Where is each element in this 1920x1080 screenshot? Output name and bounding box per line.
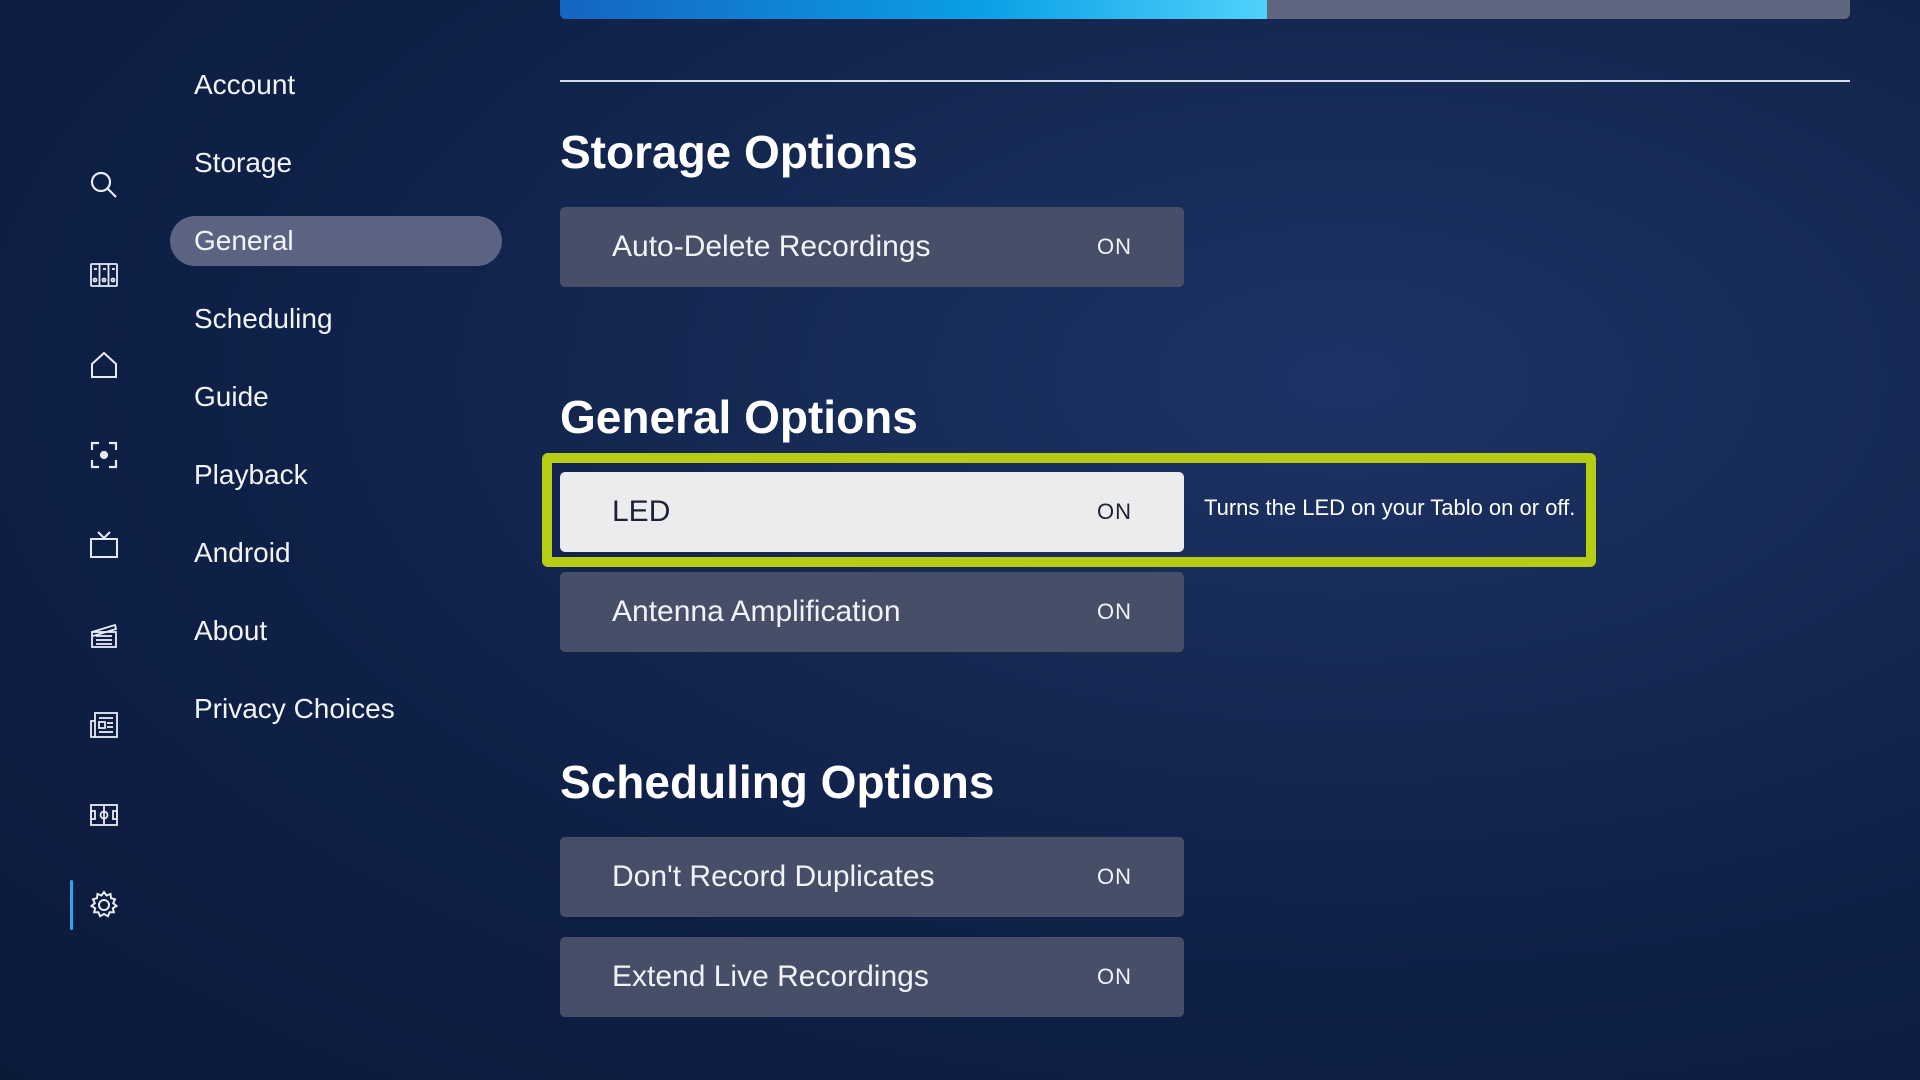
option-label: Don't Record Duplicates xyxy=(612,860,935,893)
search-icon[interactable] xyxy=(84,165,124,205)
option-value: ON xyxy=(1097,964,1132,989)
option-value: ON xyxy=(1097,599,1132,624)
menu-item-guide[interactable]: Guide xyxy=(170,372,502,422)
menu-item-playback[interactable]: Playback xyxy=(170,450,502,500)
menu-item-scheduling[interactable]: Scheduling xyxy=(170,294,502,344)
clapperboard-icon[interactable] xyxy=(84,615,124,655)
menu-item-storage[interactable]: Storage xyxy=(170,138,502,188)
scheduling-options-title: Scheduling Options xyxy=(560,756,995,808)
nav-rail xyxy=(0,0,150,1080)
menu-item-account[interactable]: Account xyxy=(170,60,502,110)
antenna-amplification-option[interactable]: Antenna Amplification ON xyxy=(560,572,1184,652)
menu-item-about[interactable]: About xyxy=(170,606,502,656)
led-option[interactable]: LED ON xyxy=(560,472,1184,552)
extend-live-recordings-option[interactable]: Extend Live Recordings ON xyxy=(560,937,1184,1017)
focus-icon[interactable] xyxy=(84,435,124,475)
gear-icon[interactable] xyxy=(84,885,124,925)
menu-item-general[interactable]: General xyxy=(170,216,502,266)
option-label: LED xyxy=(612,495,671,528)
general-options-title: General Options xyxy=(560,391,918,443)
divider xyxy=(560,80,1850,82)
progress-bar-fill xyxy=(560,0,1267,19)
sports-field-icon[interactable] xyxy=(84,795,124,835)
dont-record-duplicates-option[interactable]: Don't Record Duplicates ON xyxy=(560,837,1184,917)
option-value: ON xyxy=(1097,864,1132,889)
menu-item-android[interactable]: Android xyxy=(170,528,502,578)
settings-menu: Account Storage General Scheduling Guide… xyxy=(170,60,502,762)
option-value: ON xyxy=(1097,234,1132,259)
option-value: ON xyxy=(1097,499,1132,524)
led-option-description: Turns the LED on your Tablo on or off. xyxy=(1204,495,1576,520)
storage-options-title: Storage Options xyxy=(560,126,918,178)
menu-item-privacy-choices[interactable]: Privacy Choices xyxy=(170,684,502,734)
home-icon[interactable] xyxy=(84,345,124,385)
option-label: Extend Live Recordings xyxy=(612,960,929,993)
grid-icon[interactable] xyxy=(84,255,124,295)
rail-active-indicator xyxy=(70,880,73,930)
news-icon[interactable] xyxy=(84,705,124,745)
option-label: Auto-Delete Recordings xyxy=(612,230,931,263)
option-label: Antenna Amplification xyxy=(612,595,901,628)
auto-delete-recordings-option[interactable]: Auto-Delete Recordings ON xyxy=(560,207,1184,287)
tv-icon[interactable] xyxy=(84,525,124,565)
progress-bar xyxy=(560,0,1850,19)
